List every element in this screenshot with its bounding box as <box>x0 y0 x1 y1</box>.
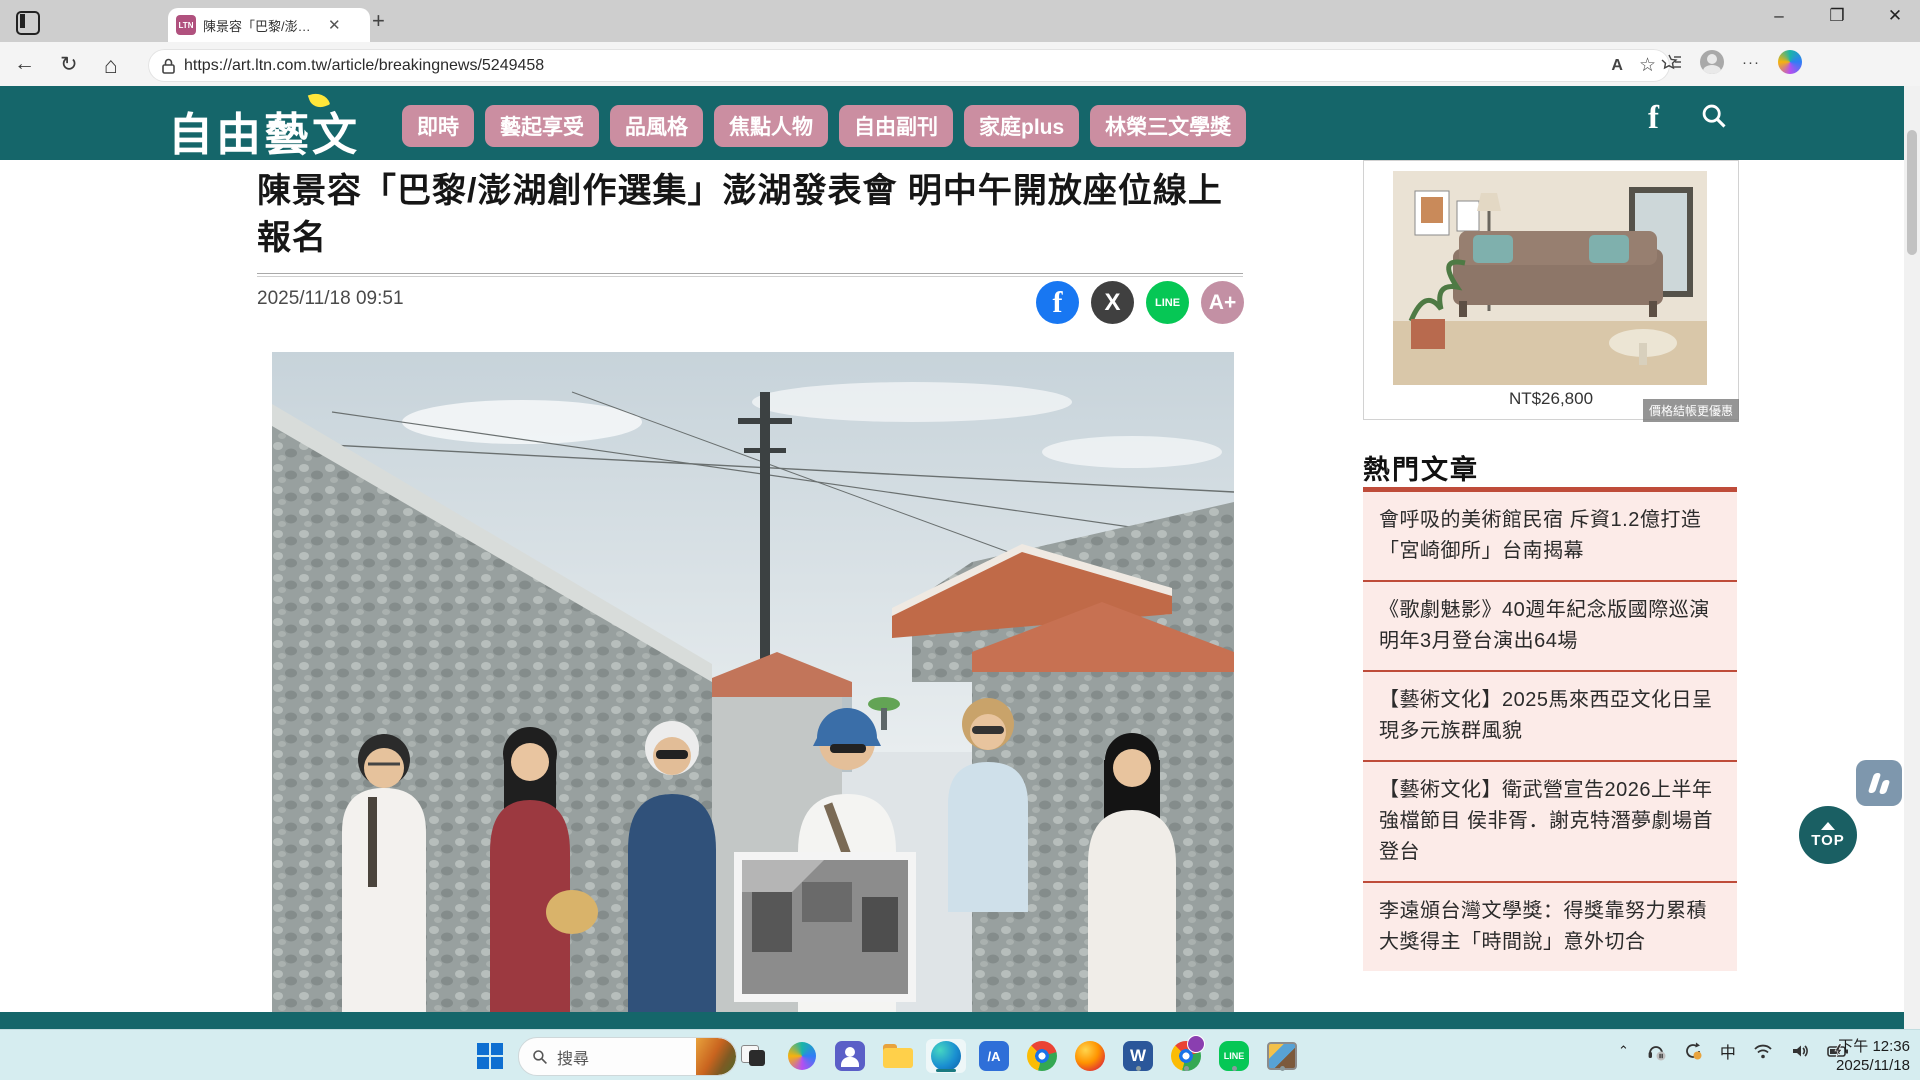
settings-more-icon[interactable]: ··· <box>1742 54 1760 71</box>
taskbar-clock[interactable]: 下午 12:36 2025/11/18 <box>1836 1037 1910 1075</box>
page-bottom-bar <box>0 1012 1904 1029</box>
ad-badge: 價格結帳更優惠 <box>1643 399 1739 422</box>
tab-close-icon[interactable]: ✕ <box>328 16 341 34</box>
site-header: 自由藝文 即時 藝起享受 品風格 焦點人物 自由副刊 家庭plus 林榮三文學獎… <box>0 86 1904 160</box>
start-button[interactable] <box>470 1039 510 1073</box>
copilot-app-icon[interactable] <box>782 1039 822 1073</box>
lock-icon <box>162 58 175 74</box>
site-favicon: LTN <box>176 15 196 35</box>
back-icon[interactable]: ← <box>14 52 35 76</box>
nav-item-people[interactable]: 焦點人物 <box>714 105 828 147</box>
collections-icon[interactable] <box>1660 51 1682 73</box>
article-photo <box>272 352 1234 1019</box>
article-date: 2025/11/18 09:51 <box>257 288 404 310</box>
nav-item-realtime[interactable]: 即時 <box>402 105 474 147</box>
chrome-profile-icon[interactable] <box>1166 1039 1206 1073</box>
nav-item-style[interactable]: 品風格 <box>610 105 703 147</box>
scrollbar-thumb[interactable] <box>1907 130 1917 255</box>
nav-item-enjoy[interactable]: 藝起享受 <box>485 105 599 147</box>
home-icon[interactable]: ⌂ <box>104 52 118 79</box>
tray-chevron-icon[interactable]: ⌃ <box>1618 1043 1629 1059</box>
chrome-icon[interactable] <box>1022 1039 1062 1073</box>
header-facebook-icon[interactable]: f <box>1648 100 1659 137</box>
url-text[interactable]: https://art.ltn.com.tw/article/breakingn… <box>184 57 1611 75</box>
share-line-icon[interactable]: LINE <box>1146 281 1189 324</box>
taskbar: 搜尋 /A W LINE ⌃ <box>0 1029 1920 1080</box>
title-divider <box>257 273 1243 277</box>
ad-image <box>1393 171 1707 385</box>
line-app-icon[interactable]: LINE <box>1214 1039 1254 1073</box>
clock-date: 2025/11/18 <box>1836 1056 1910 1075</box>
file-explorer-icon[interactable] <box>878 1039 918 1073</box>
hot-article-link[interactable]: 《歌劇魅影》40週年紀念版國際巡演 明年3月登台演出64場 <box>1363 580 1737 670</box>
wifi-icon[interactable] <box>1753 1041 1773 1061</box>
ad-banner[interactable]: NT$26,800 價格結帳更優惠 <box>1363 160 1739 420</box>
chat-widget-button[interactable] <box>1856 760 1902 806</box>
audio-device-icon[interactable] <box>1646 1041 1666 1061</box>
search-highlight-image <box>696 1038 736 1075</box>
taskbar-search[interactable]: 搜尋 <box>518 1037 737 1076</box>
nav-item-supplement[interactable]: 自由副刊 <box>839 105 953 147</box>
article-title: 陳景容「巴黎/澎湖創作選集」澎湖發表會 明中午開放座位線上報名 <box>257 168 1252 262</box>
hot-article-link[interactable]: 【藝術文化】衛武營宣告2026上半年強檔節目 侯非胥．謝克特潛夢劇場首登台 <box>1363 760 1737 881</box>
hot-articles-title: 熱門文章 <box>1363 448 1479 487</box>
firefox-icon[interactable] <box>1070 1039 1110 1073</box>
tab-layout-icon[interactable] <box>16 11 40 35</box>
address-bar[interactable]: https://art.ltn.com.tw/article/breakingn… <box>148 49 1670 82</box>
browser-tab[interactable]: LTN 陳景容「巴黎/澎湖創作選集」澎 ✕ <box>168 8 370 42</box>
volume-icon[interactable] <box>1790 1041 1810 1061</box>
ime-indicator[interactable]: 中 <box>1720 1039 1736 1063</box>
site-nav: 即時 藝起享受 品風格 焦點人物 自由副刊 家庭plus 林榮三文學獎 <box>402 105 1246 147</box>
window-maximize-button[interactable]: ❐ <box>1822 6 1852 26</box>
share-x-icon[interactable]: X <box>1091 281 1134 324</box>
browser-tab-bar: LTN 陳景容「巴黎/澎湖創作選集」澎 ✕ + – ❐ ✕ <box>0 0 1920 42</box>
window-close-button[interactable]: ✕ <box>1880 6 1910 26</box>
back-to-top-button[interactable]: TOP <box>1799 806 1857 864</box>
share-buttons: f X LINE A+ <box>1036 281 1244 324</box>
up-arrow-icon <box>1821 822 1835 830</box>
media-app-icon[interactable] <box>1262 1039 1302 1073</box>
share-facebook-icon[interactable]: f <box>1036 281 1079 324</box>
teams-icon[interactable] <box>830 1039 870 1073</box>
hot-article-link[interactable]: 李遠頒台灣文學獎：得獎靠努力累積 大獎得主「時間說」意外切合 <box>1363 881 1737 971</box>
font-size-button[interactable]: A+ <box>1201 281 1244 324</box>
hot-articles-list: 會呼吸的美術館民宿 斥資1.2億打造「宮崎御所」台南揭幕 《歌劇魅影》40週年紀… <box>1363 492 1737 971</box>
hot-article-link[interactable]: 會呼吸的美術館民宿 斥資1.2億打造「宮崎御所」台南揭幕 <box>1363 492 1737 580</box>
refresh-icon[interactable]: ↻ <box>60 52 78 77</box>
read-aloud-icon[interactable]: A <box>1611 57 1623 75</box>
header-search-icon[interactable] <box>1700 102 1728 130</box>
search-placeholder: 搜尋 <box>557 1045 696 1069</box>
word-icon[interactable]: W <box>1118 1039 1158 1073</box>
hot-article-link[interactable]: 【藝術文化】2025馬來西亞文化日呈現多元族群風貌 <box>1363 670 1737 760</box>
task-view-icon[interactable] <box>734 1039 774 1073</box>
nav-item-familyplus[interactable]: 家庭plus <box>964 105 1079 147</box>
new-tab-button[interactable]: + <box>372 8 385 34</box>
site-logo[interactable]: 自由藝文 <box>168 98 360 163</box>
edge-icon[interactable] <box>926 1039 966 1073</box>
nav-item-literature-award[interactable]: 林榮三文學獎 <box>1090 105 1246 147</box>
update-sync-icon[interactable] <box>1683 1041 1703 1061</box>
window-minimize-button[interactable]: – <box>1764 6 1794 26</box>
copilot-icon[interactable] <box>1778 50 1802 74</box>
tab-title: 陳景容「巴黎/澎湖創作選集」澎 <box>203 16 321 35</box>
clock-time: 下午 12:36 <box>1836 1037 1910 1056</box>
screen: LTN 陳景容「巴黎/澎湖創作選集」澎 ✕ + – ❐ ✕ ← ↻ ⌂ http… <box>0 0 1920 1080</box>
favorite-star-icon[interactable]: ☆ <box>1639 54 1656 77</box>
profile-avatar[interactable] <box>1700 50 1724 74</box>
ia-app-icon[interactable]: /A <box>974 1039 1014 1073</box>
search-icon <box>532 1049 548 1065</box>
